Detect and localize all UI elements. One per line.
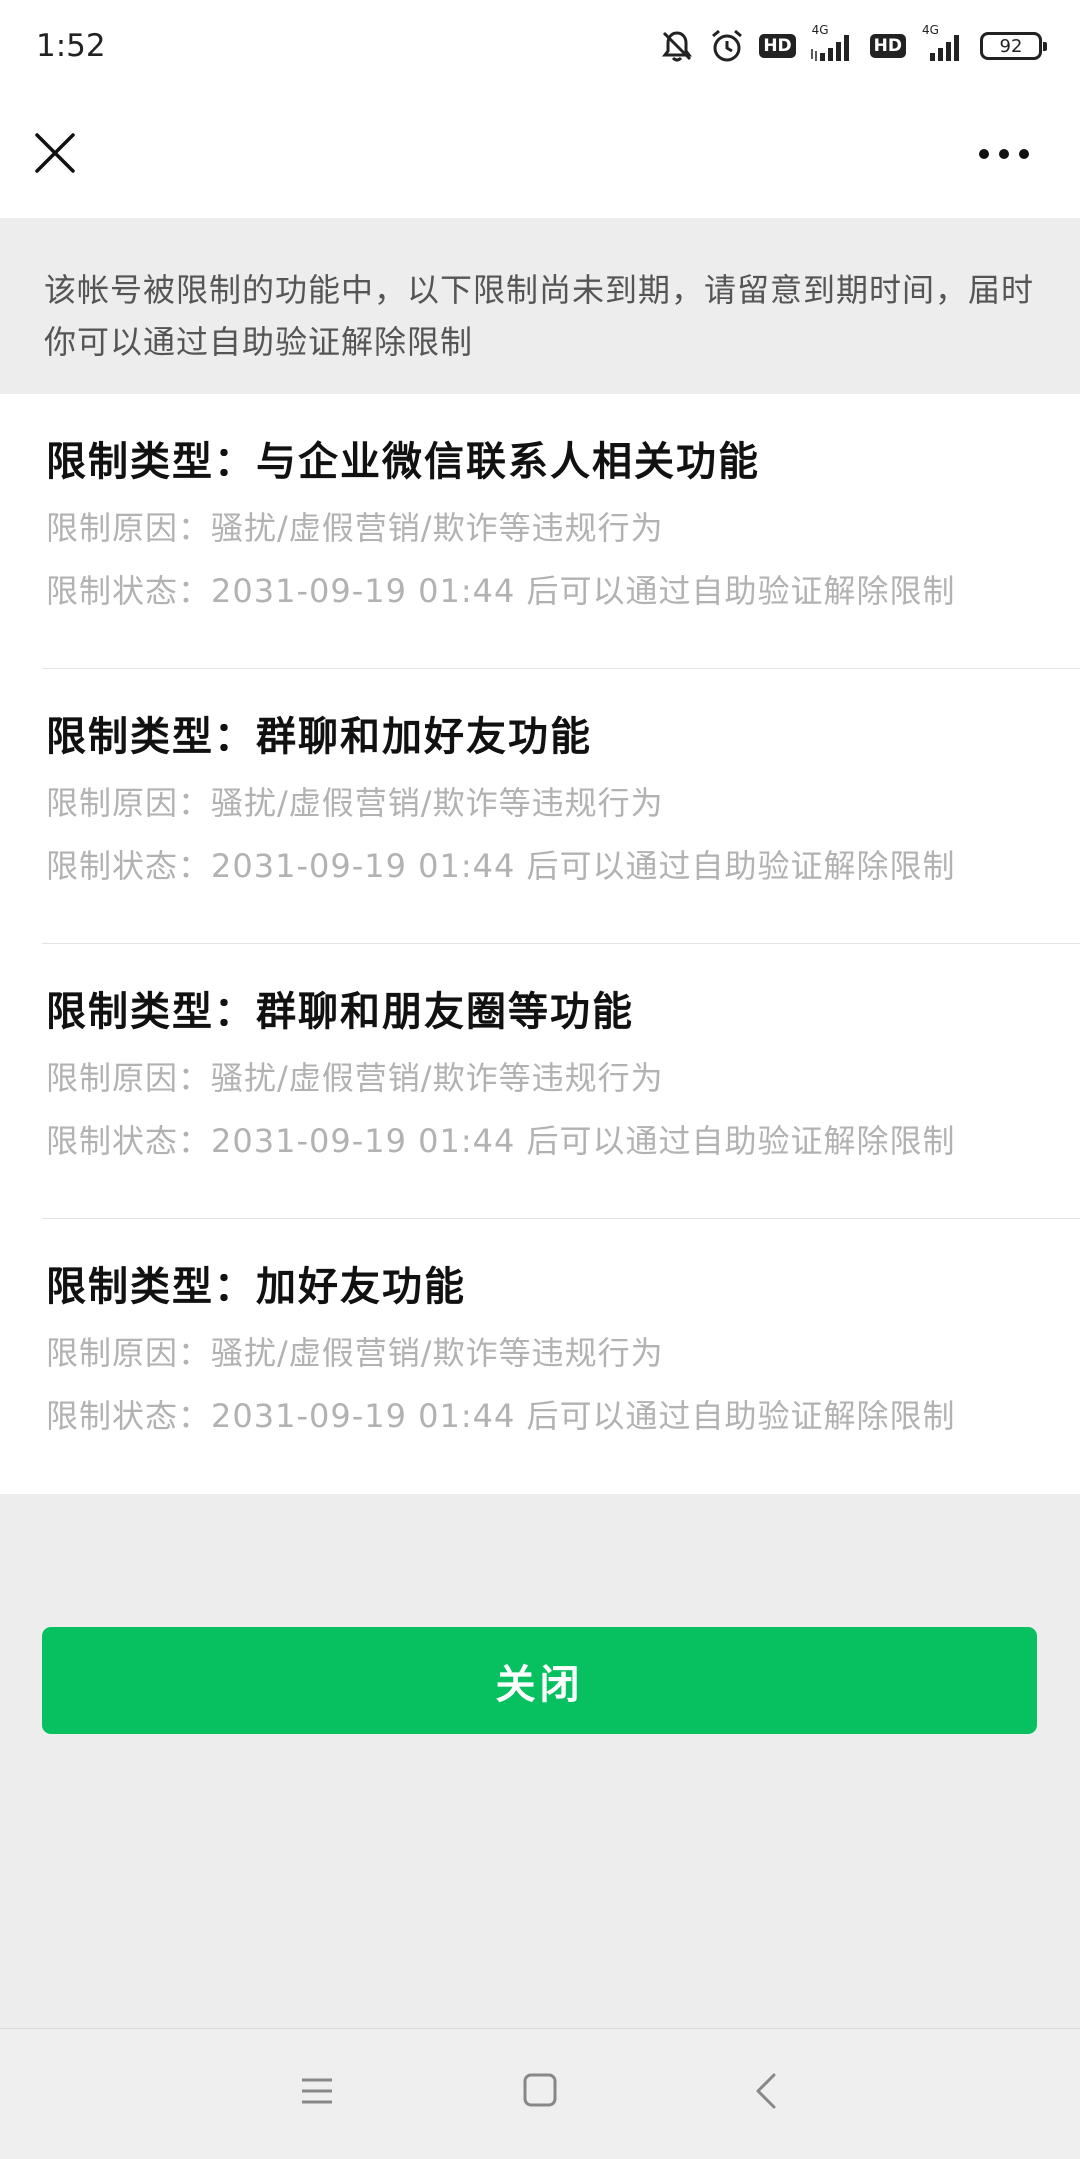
status-bar: 1:52 HD 4G HD 4G 92 (0, 0, 1080, 92)
net-type-label: 4G (811, 23, 829, 37)
restriction-item: 限制类型：与企业微信联系人相关功能 限制原因：骚扰/虚假营销/欺诈等违规行为 限… (0, 394, 1080, 669)
restriction-type: 限制类型：与企业微信联系人相关功能 (46, 439, 760, 485)
restriction-status: 限制状态：2031-09-19 01:44 后可以通过自助验证解除限制 (46, 1122, 956, 1160)
system-nav-bar (0, 2028, 1080, 2159)
alarm-clock-icon (712, 29, 743, 62)
status-icons: HD 4G HD 4G 92 (659, 23, 1047, 66)
notice-text: 该帐号被限制的功能中，以下限制尚未到期，请留意到期时间，届时你可以通过自助验证解… (44, 271, 1035, 361)
mute-bell-icon (662, 31, 693, 62)
restriction-reason: 限制原因：骚扰/虚假营销/欺诈等违规行为 (46, 509, 664, 547)
restriction-type: 限制类型：加好友功能 (46, 1264, 466, 1310)
hd-badge: HD (759, 34, 796, 58)
close-icon[interactable] (34, 132, 76, 174)
hd-badge: HD (869, 34, 906, 58)
signal-icon: 4G (920, 23, 966, 63)
nav-bar (0, 92, 1080, 218)
restriction-status: 限制状态：2031-09-19 01:44 后可以通过自助验证解除限制 (46, 572, 956, 610)
close-button[interactable]: 关闭 (42, 1627, 1037, 1734)
restriction-item: 限制类型：群聊和朋友圈等功能 限制原因：骚扰/虚假营销/欺诈等违规行为 限制状态… (0, 944, 1080, 1219)
restriction-reason: 限制原因：骚扰/虚假营销/欺诈等违规行为 (46, 1334, 664, 1372)
more-icon[interactable] (978, 148, 1030, 160)
restriction-reason: 限制原因：骚扰/虚假营销/欺诈等违规行为 (46, 1059, 664, 1097)
back-icon[interactable] (754, 2073, 778, 2109)
status-time: 1:52 (36, 28, 106, 64)
restriction-notice: 该帐号被限制的功能中，以下限制尚未到期，请留意到期时间，届时你可以通过自助验证解… (0, 218, 1080, 394)
menu-icon[interactable] (300, 2074, 334, 2108)
battery-level: 92 (999, 35, 1023, 57)
restriction-status: 限制状态：2031-09-19 01:44 后可以通过自助验证解除限制 (46, 847, 956, 885)
restriction-reason: 限制原因：骚扰/虚假营销/欺诈等违规行为 (46, 784, 664, 822)
restriction-list: 限制类型：与企业微信联系人相关功能 限制原因：骚扰/虚假营销/欺诈等违规行为 限… (0, 394, 1080, 1494)
restriction-item: 限制类型：加好友功能 限制原因：骚扰/虚假营销/欺诈等违规行为 限制状态：203… (0, 1219, 1080, 1494)
home-icon[interactable] (523, 2073, 557, 2107)
net-type-label: 4G (922, 23, 939, 37)
restriction-item: 限制类型：群聊和加好友功能 限制原因：骚扰/虚假营销/欺诈等违规行为 限制状态：… (0, 669, 1080, 944)
restriction-status: 限制状态：2031-09-19 01:44 后可以通过自助验证解除限制 (46, 1397, 956, 1435)
restriction-type: 限制类型：群聊和朋友圈等功能 (46, 989, 634, 1035)
battery-icon: 92 (980, 32, 1047, 60)
signal-icon: 4G (810, 23, 856, 63)
restriction-type: 限制类型：群聊和加好友功能 (46, 714, 592, 760)
